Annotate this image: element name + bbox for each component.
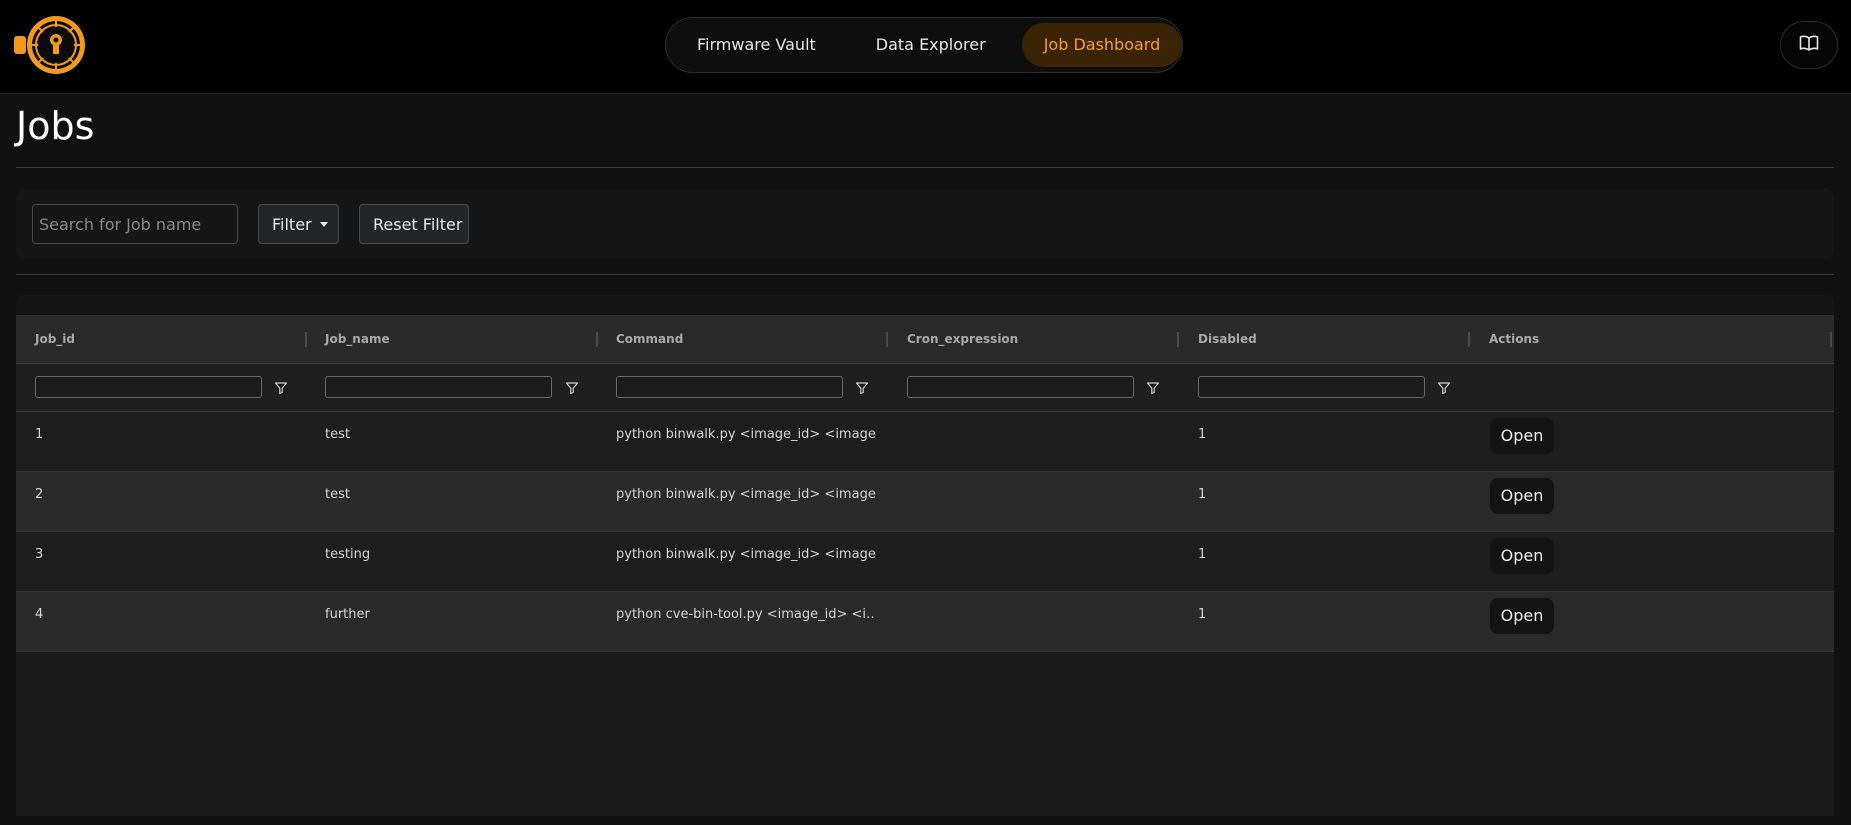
cron-expression-filter-input[interactable] [907,376,1134,398]
disabled-cell: 1 [1198,487,1207,502]
open-job-button[interactable]: Open [1490,478,1554,514]
job-name-cell: further [325,607,370,622]
nav-firmware-vault[interactable]: Firmware Vault [675,23,838,67]
jobs-table: Job_id Job_name Command Cron_expression … [16,295,1834,816]
column-resizer[interactable] [1830,332,1832,347]
job-search-input[interactable] [32,204,238,244]
job-name-cell: test [325,487,350,502]
column-resizer[interactable] [886,332,888,347]
job-id-cell: 4 [35,607,44,622]
column-header-job-id[interactable]: Job_id [35,315,75,364]
panel-divider [16,274,1834,275]
job-id-cell: 3 [35,547,44,562]
column-header-command[interactable]: Command [616,315,683,364]
command-cell: python binwalk.py <image_id> <image… [616,547,876,562]
disabled-cell: 1 [1198,607,1207,622]
docs-button[interactable] [1780,21,1838,69]
disabled-cell: 1 [1198,547,1207,562]
command-filter-input[interactable] [616,376,843,398]
table-header: Job_id Job_name Command Cron_expression … [16,315,1834,364]
funnel-icon[interactable] [855,380,869,395]
column-resizer[interactable] [1177,332,1179,347]
job-id-filter-input[interactable] [35,376,262,398]
table-row[interactable]: 3 testing python binwalk.py <image_id> <… [16,532,1834,592]
reset-filter-button[interactable]: Reset Filter [359,204,469,244]
table-row[interactable]: 2 test python binwalk.py <image_id> <ima… [16,472,1834,532]
funnel-icon[interactable] [565,380,579,395]
job-name-filter-input[interactable] [325,376,552,398]
page-title: Jobs [16,104,95,148]
nav-job-dashboard[interactable]: Job Dashboard [1021,23,1183,67]
open-job-button[interactable]: Open [1490,418,1554,454]
command-cell: python binwalk.py <image_id> <image… [616,427,876,442]
command-cell: python binwalk.py <image_id> <image… [616,487,876,502]
column-header-disabled[interactable]: Disabled [1198,315,1257,364]
open-job-button[interactable]: Open [1490,598,1554,634]
disabled-filter-input[interactable] [1198,376,1425,398]
job-id-cell: 1 [35,427,44,442]
table-toolbar [16,295,1834,315]
column-resizer[interactable] [305,332,307,347]
funnel-icon[interactable] [1437,380,1451,395]
column-resizer[interactable] [596,332,598,347]
funnel-icon[interactable] [274,380,288,395]
funnel-icon[interactable] [1146,380,1160,395]
job-name-cell: test [325,427,350,442]
filter-dropdown-button[interactable]: Filter [258,204,339,244]
nav-data-explorer[interactable]: Data Explorer [854,23,1008,67]
column-filter-row [16,364,1834,412]
book-icon [1799,34,1819,56]
job-id-cell: 2 [35,487,44,502]
job-name-cell: testing [325,547,371,562]
filter-button-label: Filter [272,214,312,234]
vault-logo-icon[interactable] [12,13,86,77]
caret-down-icon [319,221,328,227]
open-job-button[interactable]: Open [1490,538,1554,574]
disabled-cell: 1 [1198,427,1207,442]
command-cell: python cve-bin-tool.py <image_id> <i… [616,607,876,622]
title-divider [16,167,1834,168]
main-nav: Firmware Vault Data Explorer Job Dashboa… [665,17,1183,73]
top-bar: Firmware Vault Data Explorer Job Dashboa… [0,0,1851,94]
table-row[interactable]: 4 further python cve-bin-tool.py <image_… [16,592,1834,652]
column-header-job-name[interactable]: Job_name [325,315,390,364]
column-resizer[interactable] [1468,332,1470,347]
column-header-cron-expression[interactable]: Cron_expression [907,315,1018,364]
column-header-actions: Actions [1489,332,1540,346]
table-row[interactable]: 1 test python binwalk.py <image_id> <ima… [16,412,1834,472]
